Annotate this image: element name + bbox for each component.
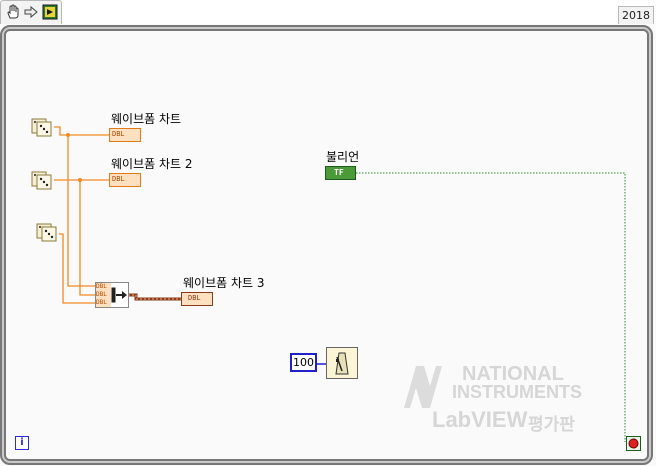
- iteration-terminal[interactable]: i: [15, 436, 29, 450]
- bundle-icon: [111, 287, 127, 303]
- terminal-type: TF: [334, 168, 344, 177]
- chart-label: 웨이브폼 차트: [111, 112, 182, 126]
- dice-icon[interactable]: [31, 116, 53, 138]
- chart-terminal[interactable]: DBL: [109, 128, 141, 142]
- dice-icon[interactable]: [36, 221, 58, 243]
- ni-logo-icon: [404, 366, 442, 408]
- block-diagram: 웨이브폼 차트 DBL 웨이브폼 차트 2 DBL DBL DBL DBL 웨이…: [0, 24, 656, 466]
- boolean-terminal[interactable]: TF: [325, 166, 356, 180]
- step-arrow-icon[interactable]: [23, 4, 39, 20]
- chart-terminal[interactable]: DBL: [181, 292, 213, 306]
- wait-constant[interactable]: 100: [290, 353, 317, 372]
- stop-terminal[interactable]: [626, 436, 641, 451]
- watermark-trial: 평가판: [528, 415, 575, 434]
- terminal-type: DBL: [112, 175, 125, 183]
- boolean-label: 불리언: [326, 150, 360, 164]
- terminal-type: DBL: [112, 130, 125, 138]
- terminal-type: DBL: [188, 294, 201, 302]
- version-label: 2018: [618, 6, 654, 24]
- watermark-instruments: INSTRUMENTS: [452, 382, 582, 402]
- bundle-function[interactable]: DBL DBL DBL: [95, 282, 129, 308]
- stop-icon: [628, 438, 639, 449]
- watermark-labview: LabVIEW: [432, 407, 528, 432]
- palette-icon[interactable]: [42, 4, 58, 20]
- dice-icon[interactable]: [31, 169, 53, 191]
- chart-terminal[interactable]: DBL: [109, 173, 141, 187]
- hand-tool-icon[interactable]: [5, 4, 21, 20]
- metronome-icon[interactable]: [326, 347, 358, 379]
- chart-label: 웨이브폼 차트 3: [183, 276, 265, 290]
- chart-label: 웨이브폼 차트 2: [111, 157, 193, 171]
- bundle-input: DBL: [96, 299, 111, 307]
- toolbar: [0, 0, 62, 24]
